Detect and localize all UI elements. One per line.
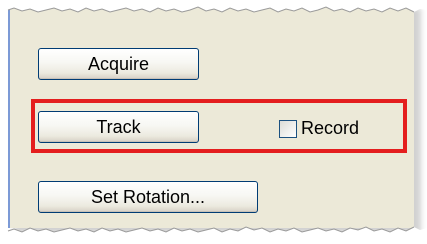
acquire-button-label: Acquire — [87, 53, 150, 74]
track-button-label: Track — [96, 116, 141, 137]
set-rotation-button-label: Set Rotation... — [90, 186, 206, 207]
acquire-button[interactable]: Acquire — [38, 48, 199, 80]
screenshot-stage: Acquire Track Record Set Rotation... — [0, 0, 427, 244]
record-label: Record — [301, 118, 360, 138]
record-checkbox-group[interactable]: Record — [279, 118, 359, 139]
torn-top-edge — [0, 0, 427, 13]
set-rotation-button[interactable]: Set Rotation... — [38, 181, 258, 213]
track-button[interactable]: Track — [38, 111, 199, 143]
torn-bottom-edge — [0, 226, 427, 244]
record-checkbox[interactable] — [279, 119, 297, 138]
